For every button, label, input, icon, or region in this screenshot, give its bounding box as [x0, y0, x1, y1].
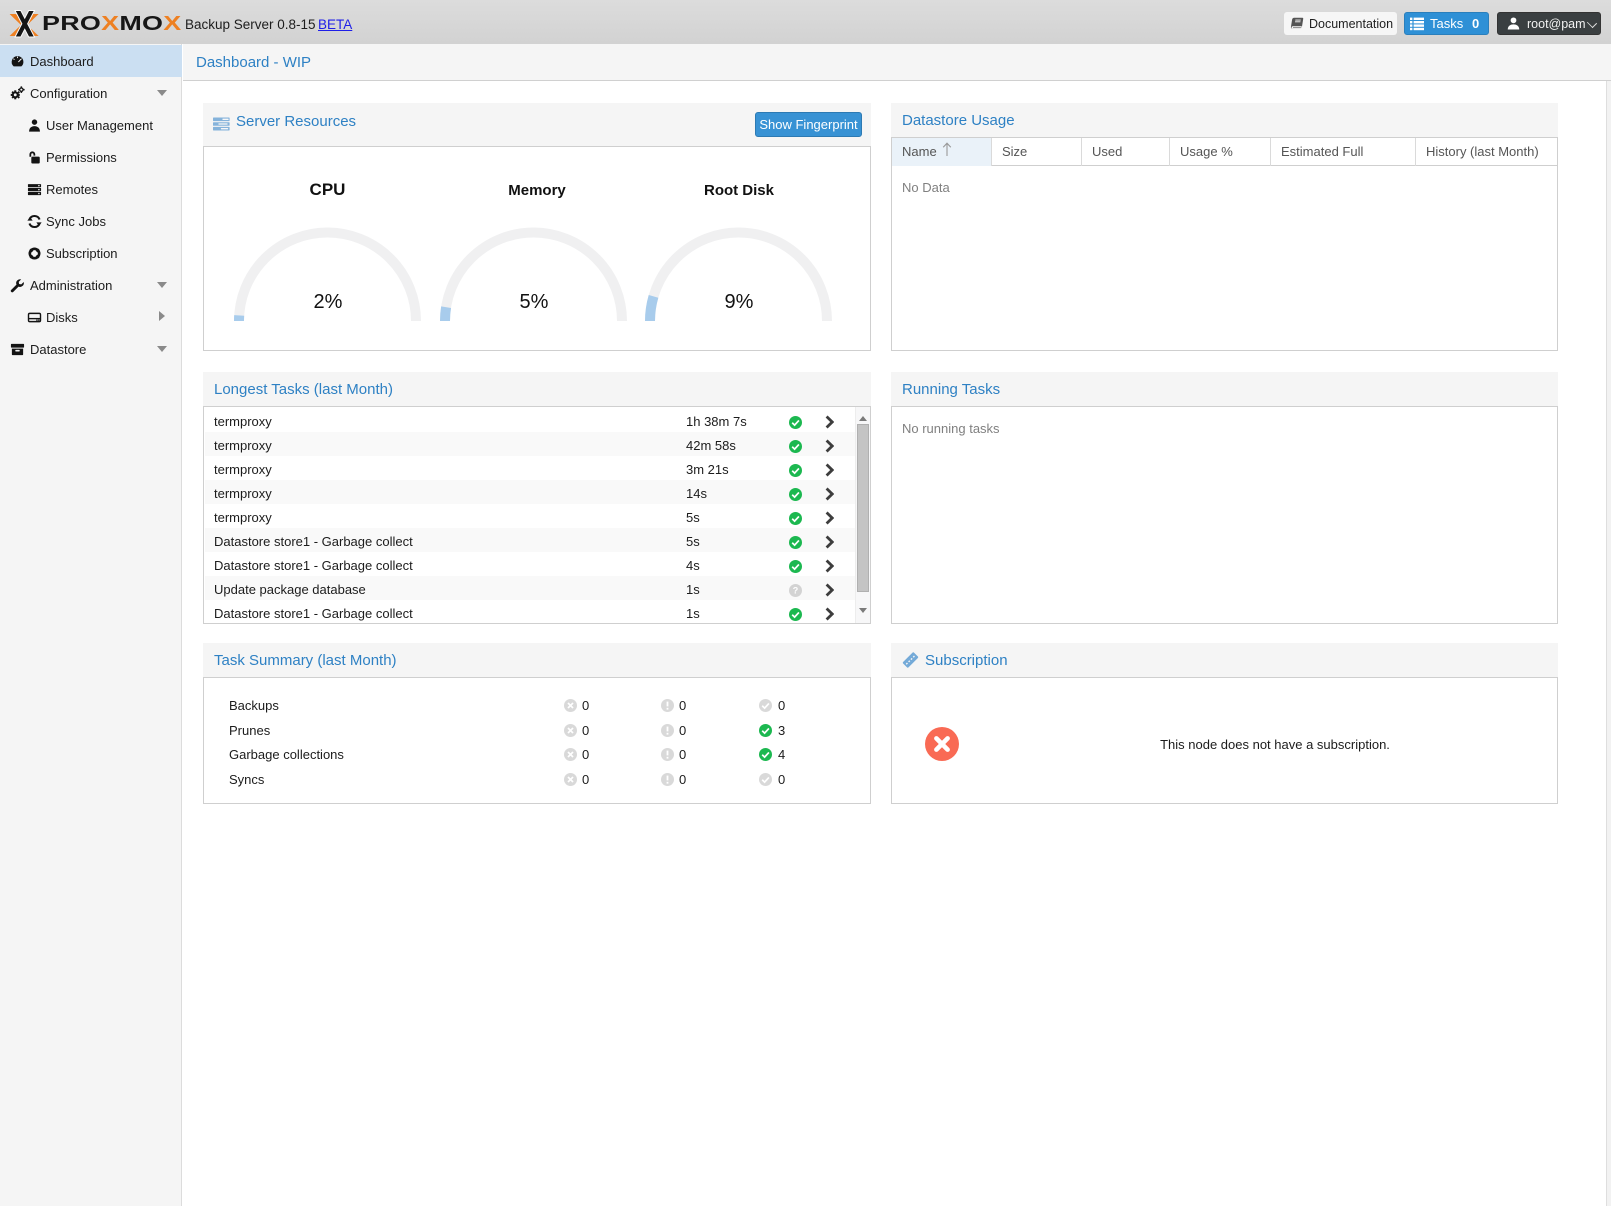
svg-text:?: ?: [793, 586, 799, 596]
